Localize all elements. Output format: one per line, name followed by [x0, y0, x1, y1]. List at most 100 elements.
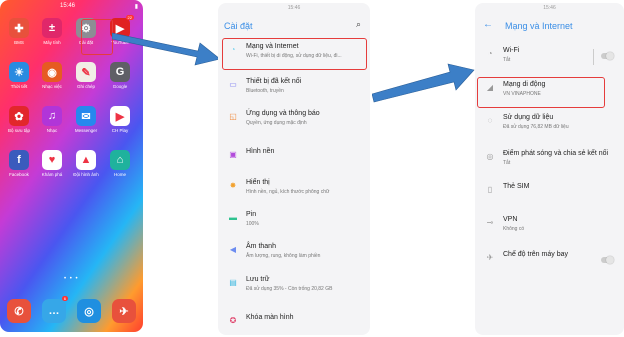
- status-time: 15:46: [543, 5, 556, 11]
- notification-badge: 22: [125, 15, 134, 20]
- dock-icon-glyph: ✈: [112, 299, 136, 323]
- network-item-title: Sử dụng dữ liệu: [503, 114, 554, 121]
- app-label: CH Play: [111, 128, 129, 133]
- network-item-title: Điểm phát sóng và chia sẻ kết nối: [503, 150, 609, 157]
- network-item[interactable]: ◌ Sử dụng dữ liệu Đã sử dụng 76,82 MB dữ l…: [475, 114, 624, 138]
- network-item[interactable]: ▯ Thẻ SIM: [475, 183, 624, 207]
- page-indicator: • • •: [64, 276, 79, 282]
- data-usage-icon: ◌: [487, 116, 493, 125]
- arrow-to-network: [372, 63, 475, 103]
- app-12[interactable]: f Facebook: [3, 150, 35, 177]
- network-item-title: VPN: [503, 216, 518, 223]
- app-14[interactable]: ▲ Đội hình ảnh: [70, 150, 102, 177]
- status-bar: 15:46 ▮: [0, 0, 143, 12]
- battery-icon: ▮: [134, 4, 138, 10]
- app-0[interactable]: ✚ BMS: [3, 18, 35, 45]
- app-icon: ⌂: [110, 150, 130, 170]
- app-label: Đội hình ảnh: [73, 172, 99, 177]
- app-11[interactable]: ▶ CH Play: [104, 106, 136, 133]
- network-item-subtitle: Tắt: [503, 57, 511, 63]
- divider: [593, 49, 594, 65]
- highlight-settings: [81, 19, 113, 55]
- settings-item[interactable]: ✪ Khóa màn hình: [218, 314, 370, 335]
- toggle-switch[interactable]: [601, 52, 614, 60]
- network-item-subtitle: Tắt: [503, 160, 511, 166]
- storage-icon: ▤: [229, 278, 237, 287]
- status-time: 15:46: [60, 3, 76, 9]
- app-label: BMS: [14, 40, 24, 45]
- app-1[interactable]: ± Máy tính: [36, 18, 68, 45]
- app-label: Thời tiết: [10, 84, 28, 89]
- app-5[interactable]: ◉ Nhạc việc: [36, 62, 68, 89]
- sim-icon: ▯: [487, 185, 493, 194]
- settings-item-subtitle: Âm lượng, rung, không làm phiền: [246, 253, 321, 259]
- app-icon: f: [9, 150, 29, 170]
- settings-item[interactable]: ▬ Pin 100%: [218, 211, 370, 235]
- network-item[interactable]: ◔ Wi-Fi Tắt: [475, 47, 624, 71]
- dock-messages-icon[interactable]: … 6: [38, 296, 70, 323]
- settings-item-subtitle: Bluetooth, truyền: [246, 88, 284, 94]
- brightness-icon: ✸: [229, 181, 237, 190]
- volume-icon: ◀: [229, 245, 237, 254]
- settings-item[interactable]: ▭ Thiết bị đã kết nối Bluetooth, truyền: [218, 78, 370, 102]
- app-10[interactable]: ✉ Messenger: [70, 106, 102, 133]
- app-icon: ♥: [42, 150, 62, 170]
- app-4[interactable]: ☀ Thời tiết: [3, 62, 35, 89]
- settings-item-title: Thiết bị đã kết nối: [246, 78, 302, 85]
- dock-app-icon[interactable]: ✈: [108, 299, 140, 323]
- settings-item-subtitle: Hình nền, ngủ, kích thước phông chữ: [246, 189, 330, 195]
- app-9[interactable]: ♫ Nhạc: [36, 106, 68, 133]
- app-label: Facebook: [9, 172, 29, 177]
- app-6[interactable]: ✎ Ghi chép: [70, 62, 102, 89]
- app-8[interactable]: ✿ Bộ sưu tập: [3, 106, 35, 133]
- network-item[interactable]: ◎ Điểm phát sóng và chia sẻ kết nối Tắt: [475, 150, 624, 174]
- app-icon: ▲: [76, 150, 96, 170]
- network-item-title: Chế độ trên máy bay: [503, 251, 568, 258]
- network-item-title: Thẻ SIM: [503, 183, 530, 190]
- highlight-mobile-network: [477, 77, 605, 108]
- app-label: Nhạc: [46, 128, 58, 133]
- vpn-icon: ⊸: [486, 218, 494, 227]
- network-item-subtitle: Không có: [503, 226, 525, 232]
- app-icon: ▶: [110, 106, 130, 126]
- lock-icon: ✪: [229, 316, 237, 325]
- settings-item-title: Ứng dụng và thông báo: [246, 110, 320, 117]
- app-icon: ✚: [9, 18, 29, 38]
- app-label: Home: [113, 172, 126, 177]
- page-title: Mạng và Internet: [505, 21, 573, 31]
- dock: ✆ … 6 ◎ ✈: [0, 293, 143, 333]
- network-item-subtitle: Đã sử dụng 76,82 MB dữ liệu: [503, 124, 569, 130]
- app-icon: ✿: [9, 106, 29, 126]
- dock-phone-icon[interactable]: ✆: [3, 299, 35, 323]
- app-15[interactable]: ⌂ Home: [104, 150, 136, 177]
- settings-item[interactable]: ◱ Ứng dụng và thông báo Quyền, ứng dụng mặ…: [218, 110, 370, 134]
- app-icon: ◉: [42, 62, 62, 82]
- back-arrow-icon[interactable]: ←: [483, 19, 493, 30]
- network-item-title: Wi-Fi: [503, 47, 520, 54]
- dock-icon-glyph: ◎: [77, 299, 101, 323]
- settings-item[interactable]: ▣ Hình nền: [218, 148, 370, 172]
- dock-icon-glyph: …: [42, 299, 66, 323]
- app-label: Khám phá: [41, 172, 63, 177]
- settings-item[interactable]: ▤ Lưu trữ Đã sử dụng 35% - Còn trống 20,82…: [218, 276, 370, 300]
- arrow-to-settings: [112, 32, 221, 66]
- search-icon[interactable]: ⌕: [356, 19, 361, 30]
- settings-item-title: Hình nền: [246, 148, 275, 155]
- network-item[interactable]: ⊸ VPN Không có: [475, 216, 624, 240]
- settings-item-title: Pin: [246, 211, 257, 218]
- network-screen: 15:46 ← Mạng và Internet ◔ Wi-Fi Tắt ◢ Mạng …: [475, 3, 624, 335]
- app-icon: ±: [42, 18, 62, 38]
- settings-item-subtitle: Đã sử dụng 35% - Còn trống 20,82 GB: [246, 286, 333, 292]
- dock-icon-glyph: ✆: [7, 299, 31, 323]
- settings-item-title: Lưu trữ: [246, 276, 270, 283]
- toggle-switch[interactable]: [601, 256, 614, 264]
- settings-item-title: Khóa màn hình: [246, 314, 294, 321]
- hotspot-icon: ◎: [486, 152, 494, 161]
- network-item[interactable]: ✈ Chế độ trên máy bay: [475, 251, 624, 275]
- dock-browser-icon[interactable]: ◎: [73, 299, 105, 323]
- app-13[interactable]: ♥ Khám phá: [36, 150, 68, 177]
- settings-item[interactable]: ✸ Hiển thị Hình nền, ngủ, kích thước phông…: [218, 179, 370, 203]
- devices-icon: ▭: [229, 80, 237, 89]
- settings-item[interactable]: ◀ Âm thanh Âm lượng, rung, không làm phiền: [218, 243, 370, 267]
- app-icon: ✎: [76, 62, 96, 82]
